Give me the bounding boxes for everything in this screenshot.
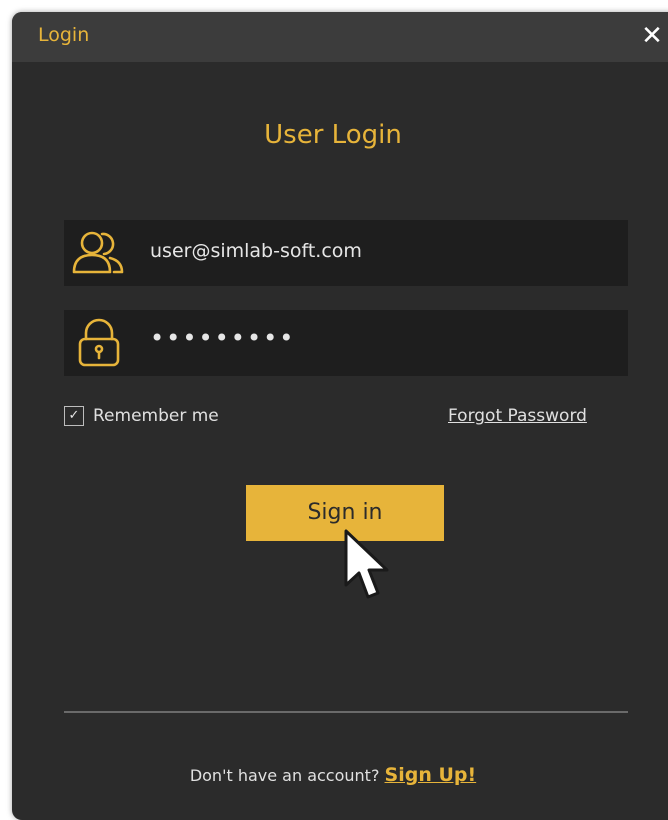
mouse-cursor-icon: [344, 529, 389, 599]
signup-prompt-text: Don't have an account?: [189, 766, 380, 785]
username-field[interactable]: user@simlab-soft.com: [64, 220, 628, 286]
login-dialog: Login ✕ User Login user@simlab-soft.com …: [12, 12, 668, 820]
page-title: User Login: [264, 120, 402, 150]
username-value: user@simlab-soft.com: [150, 240, 362, 262]
window-title: Login: [38, 24, 90, 46]
lock-icon: [78, 318, 120, 367]
remember-checkbox[interactable]: ✓: [64, 406, 84, 426]
close-button[interactable]: ✕: [638, 22, 666, 50]
signup-prompt: Don't have an account? Sign Up!: [12, 764, 654, 786]
password-field[interactable]: •••••••••: [64, 310, 628, 376]
users-icon: [72, 231, 124, 274]
forgot-password-link[interactable]: Forgot Password: [448, 406, 587, 426]
title-bar[interactable]: Login: [12, 12, 668, 62]
password-value: •••••••••: [150, 324, 296, 352]
sign-up-link[interactable]: Sign Up!: [385, 764, 477, 786]
remember-me[interactable]: ✓ Remember me: [64, 406, 219, 426]
check-icon: ✓: [68, 408, 80, 423]
close-icon: ✕: [641, 21, 663, 51]
divider: [64, 711, 628, 713]
remember-label: Remember me: [93, 406, 219, 426]
